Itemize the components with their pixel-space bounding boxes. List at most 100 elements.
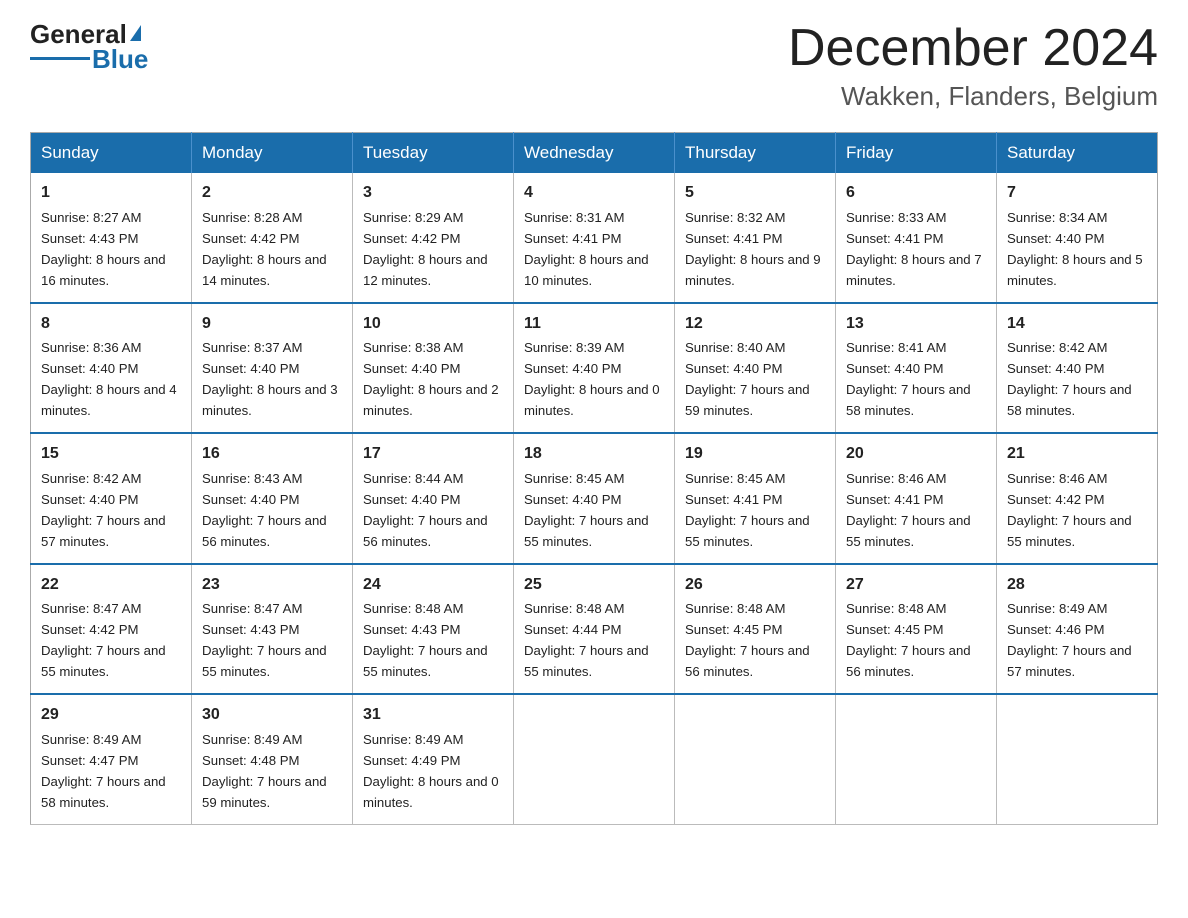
day-number: 10 — [363, 312, 503, 337]
daylight-info: Daylight: 7 hours and 55 minutes. — [202, 643, 327, 679]
sunrise-info: Sunrise: 8:28 AM — [202, 210, 302, 225]
daylight-info: Daylight: 8 hours and 14 minutes. — [202, 252, 327, 288]
day-number: 25 — [524, 573, 664, 598]
day-number: 1 — [41, 181, 181, 206]
sunrise-info: Sunrise: 8:32 AM — [685, 210, 785, 225]
calendar-cell: 27 Sunrise: 8:48 AM Sunset: 4:45 PM Dayl… — [836, 564, 997, 694]
sunset-info: Sunset: 4:43 PM — [363, 622, 461, 637]
day-number: 12 — [685, 312, 825, 337]
calendar-cell: 3 Sunrise: 8:29 AM Sunset: 4:42 PM Dayli… — [353, 173, 514, 302]
sunrise-info: Sunrise: 8:48 AM — [685, 601, 785, 616]
daylight-info: Daylight: 7 hours and 55 minutes. — [41, 643, 166, 679]
col-header-saturday: Saturday — [997, 133, 1158, 174]
day-number: 22 — [41, 573, 181, 598]
sunrise-info: Sunrise: 8:29 AM — [363, 210, 463, 225]
sunrise-info: Sunrise: 8:47 AM — [202, 601, 302, 616]
sunrise-info: Sunrise: 8:27 AM — [41, 210, 141, 225]
logo-text-blue: Blue — [92, 45, 148, 74]
sunrise-info: Sunrise: 8:49 AM — [41, 732, 141, 747]
calendar-cell: 4 Sunrise: 8:31 AM Sunset: 4:41 PM Dayli… — [514, 173, 675, 302]
sunset-info: Sunset: 4:40 PM — [363, 361, 461, 376]
day-number: 9 — [202, 312, 342, 337]
daylight-info: Daylight: 8 hours and 4 minutes. — [41, 382, 177, 418]
calendar-cell: 20 Sunrise: 8:46 AM Sunset: 4:41 PM Dayl… — [836, 433, 997, 563]
daylight-info: Daylight: 7 hours and 55 minutes. — [524, 513, 649, 549]
calendar-cell: 12 Sunrise: 8:40 AM Sunset: 4:40 PM Dayl… — [675, 303, 836, 433]
sunset-info: Sunset: 4:42 PM — [202, 231, 300, 246]
sunset-info: Sunset: 4:40 PM — [41, 492, 139, 507]
sunset-info: Sunset: 4:40 PM — [846, 361, 944, 376]
sunrise-info: Sunrise: 8:34 AM — [1007, 210, 1107, 225]
sunset-info: Sunset: 4:41 PM — [685, 231, 783, 246]
day-number: 24 — [363, 573, 503, 598]
sunrise-info: Sunrise: 8:46 AM — [846, 471, 946, 486]
daylight-info: Daylight: 8 hours and 7 minutes. — [846, 252, 982, 288]
sunrise-info: Sunrise: 8:46 AM — [1007, 471, 1107, 486]
calendar-cell: 7 Sunrise: 8:34 AM Sunset: 4:40 PM Dayli… — [997, 173, 1158, 302]
day-number: 8 — [41, 312, 181, 337]
sunrise-info: Sunrise: 8:37 AM — [202, 340, 302, 355]
daylight-info: Daylight: 7 hours and 56 minutes. — [363, 513, 488, 549]
calendar-week-row: 22 Sunrise: 8:47 AM Sunset: 4:42 PM Dayl… — [31, 564, 1158, 694]
sunrise-info: Sunrise: 8:44 AM — [363, 471, 463, 486]
daylight-info: Daylight: 8 hours and 5 minutes. — [1007, 252, 1143, 288]
month-title: December 2024 — [788, 20, 1158, 77]
calendar-week-row: 29 Sunrise: 8:49 AM Sunset: 4:47 PM Dayl… — [31, 694, 1158, 824]
day-number: 28 — [1007, 573, 1147, 598]
daylight-info: Daylight: 7 hours and 59 minutes. — [685, 382, 810, 418]
day-number: 20 — [846, 442, 986, 467]
sunrise-info: Sunrise: 8:48 AM — [363, 601, 463, 616]
daylight-info: Daylight: 7 hours and 56 minutes. — [685, 643, 810, 679]
title-section: December 2024 Wakken, Flanders, Belgium — [788, 20, 1158, 112]
day-number: 26 — [685, 573, 825, 598]
daylight-info: Daylight: 7 hours and 59 minutes. — [202, 774, 327, 810]
calendar-cell — [997, 694, 1158, 824]
day-number: 14 — [1007, 312, 1147, 337]
calendar-cell: 22 Sunrise: 8:47 AM Sunset: 4:42 PM Dayl… — [31, 564, 192, 694]
calendar-cell: 14 Sunrise: 8:42 AM Sunset: 4:40 PM Dayl… — [997, 303, 1158, 433]
sunrise-info: Sunrise: 8:43 AM — [202, 471, 302, 486]
sunrise-info: Sunrise: 8:36 AM — [41, 340, 141, 355]
col-header-friday: Friday — [836, 133, 997, 174]
sunset-info: Sunset: 4:40 PM — [202, 492, 300, 507]
day-number: 3 — [363, 181, 503, 206]
col-header-sunday: Sunday — [31, 133, 192, 174]
sunset-info: Sunset: 4:46 PM — [1007, 622, 1105, 637]
calendar-cell: 6 Sunrise: 8:33 AM Sunset: 4:41 PM Dayli… — [836, 173, 997, 302]
daylight-info: Daylight: 7 hours and 55 minutes. — [685, 513, 810, 549]
day-number: 21 — [1007, 442, 1147, 467]
sunset-info: Sunset: 4:40 PM — [202, 361, 300, 376]
calendar-cell: 13 Sunrise: 8:41 AM Sunset: 4:40 PM Dayl… — [836, 303, 997, 433]
day-number: 17 — [363, 442, 503, 467]
daylight-info: Daylight: 8 hours and 2 minutes. — [363, 382, 499, 418]
calendar-cell — [836, 694, 997, 824]
col-header-wednesday: Wednesday — [514, 133, 675, 174]
daylight-info: Daylight: 7 hours and 55 minutes. — [363, 643, 488, 679]
day-number: 13 — [846, 312, 986, 337]
calendar-cell: 16 Sunrise: 8:43 AM Sunset: 4:40 PM Dayl… — [192, 433, 353, 563]
col-header-tuesday: Tuesday — [353, 133, 514, 174]
col-header-monday: Monday — [192, 133, 353, 174]
sunset-info: Sunset: 4:44 PM — [524, 622, 622, 637]
calendar-cell: 1 Sunrise: 8:27 AM Sunset: 4:43 PM Dayli… — [31, 173, 192, 302]
calendar-cell: 30 Sunrise: 8:49 AM Sunset: 4:48 PM Dayl… — [192, 694, 353, 824]
daylight-info: Daylight: 8 hours and 16 minutes. — [41, 252, 166, 288]
sunset-info: Sunset: 4:41 PM — [846, 492, 944, 507]
sunset-info: Sunset: 4:40 PM — [363, 492, 461, 507]
calendar-cell: 5 Sunrise: 8:32 AM Sunset: 4:41 PM Dayli… — [675, 173, 836, 302]
sunrise-info: Sunrise: 8:48 AM — [846, 601, 946, 616]
sunset-info: Sunset: 4:42 PM — [363, 231, 461, 246]
sunset-info: Sunset: 4:40 PM — [524, 361, 622, 376]
calendar-week-row: 15 Sunrise: 8:42 AM Sunset: 4:40 PM Dayl… — [31, 433, 1158, 563]
calendar-cell: 28 Sunrise: 8:49 AM Sunset: 4:46 PM Dayl… — [997, 564, 1158, 694]
sunrise-info: Sunrise: 8:39 AM — [524, 340, 624, 355]
sunset-info: Sunset: 4:40 PM — [1007, 231, 1105, 246]
logo: General Blue — [30, 20, 148, 73]
calendar-cell: 23 Sunrise: 8:47 AM Sunset: 4:43 PM Dayl… — [192, 564, 353, 694]
page-header: General Blue December 2024 Wakken, Fland… — [30, 20, 1158, 112]
calendar-cell: 15 Sunrise: 8:42 AM Sunset: 4:40 PM Dayl… — [31, 433, 192, 563]
sunset-info: Sunset: 4:40 PM — [1007, 361, 1105, 376]
daylight-info: Daylight: 7 hours and 55 minutes. — [1007, 513, 1132, 549]
sunrise-info: Sunrise: 8:31 AM — [524, 210, 624, 225]
sunset-info: Sunset: 4:40 PM — [685, 361, 783, 376]
